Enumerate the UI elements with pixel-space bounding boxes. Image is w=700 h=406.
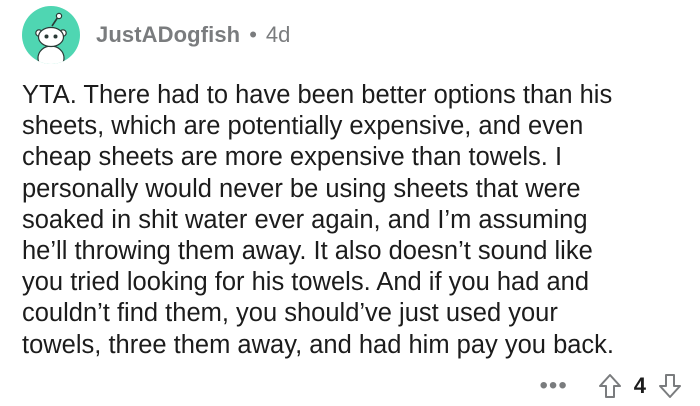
comment-body-line: couldn’t find them, you should’ve just u…: [22, 299, 558, 328]
comment-username[interactable]: JustADogfish: [96, 22, 240, 48]
comment-body-line: you tried looking for his towels. And if…: [22, 268, 590, 297]
vote-score: 4: [633, 373, 646, 398]
comment-body-line: towels, three them away, and had him pay…: [22, 330, 615, 359]
upvote-arrow-icon[interactable]: [598, 373, 622, 399]
meta-separator: •: [249, 22, 257, 47]
comment-body: YTA. There had to have been better optio…: [22, 80, 682, 361]
comment-body-line: he’ll throwing them away. It also doesn’…: [22, 237, 593, 266]
comment-body-line: sheets, which are potentially expensive,…: [22, 112, 584, 141]
comment-body-line: personally would never be using sheets t…: [22, 174, 581, 203]
comment-body-line: cheap sheets are more expensive than tow…: [22, 143, 563, 172]
comment-body-line: soaked in shit water ever again, and I’m…: [22, 205, 588, 234]
snoo-avatar-icon[interactable]: [22, 6, 80, 64]
downvote-arrow-icon[interactable]: [658, 373, 682, 399]
comment: JustADogfish • 4d YTA. There had to have…: [0, 0, 700, 406]
comment-age: 4d: [265, 22, 291, 47]
comment-header: JustADogfish • 4d: [22, 4, 290, 66]
comment-actions: ••• 4: [540, 370, 682, 402]
more-options-icon[interactable]: •••: [540, 374, 568, 398]
comment-body-line: YTA. There had to have been better optio…: [22, 81, 613, 109]
